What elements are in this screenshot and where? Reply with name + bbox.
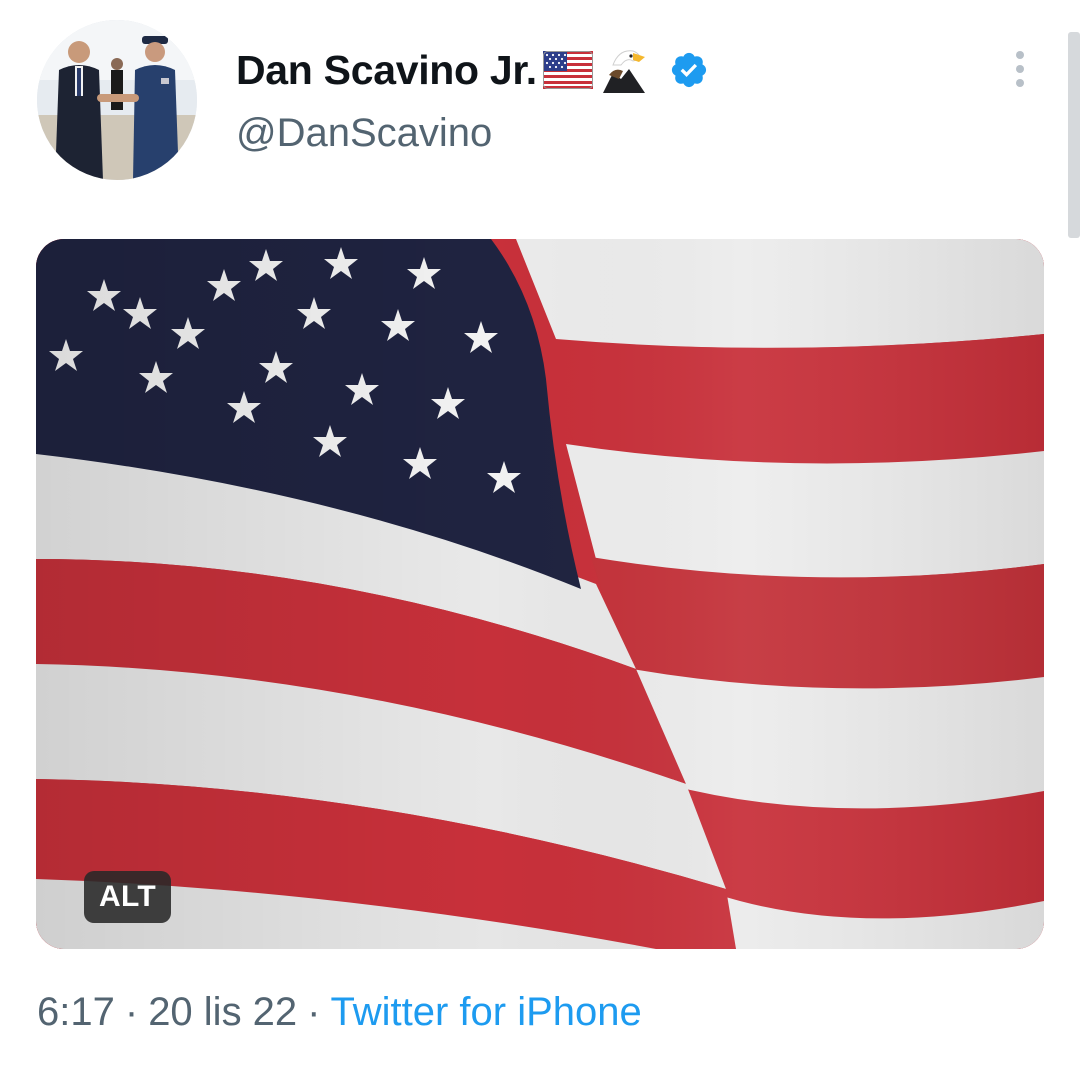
dot	[1016, 65, 1024, 73]
tweet-media-image[interactable]: ALT	[36, 239, 1044, 949]
american-flag-image	[36, 239, 1044, 949]
tweet-time[interactable]: 6:17	[37, 990, 115, 1034]
dot	[1016, 51, 1024, 59]
scrollbar[interactable]	[1068, 32, 1080, 238]
dot	[1016, 79, 1024, 87]
avatar-photo	[37, 20, 197, 180]
author-handle[interactable]: @DanScavino	[236, 113, 492, 153]
more-vertical-icon[interactable]	[1003, 44, 1037, 94]
tweet-source-link[interactable]: Twitter for iPhone	[331, 990, 642, 1034]
separator: ·	[124, 990, 139, 1034]
us-flag-icon	[542, 51, 593, 89]
alt-text-badge[interactable]: ALT	[84, 871, 171, 923]
eagle-icon	[599, 45, 649, 95]
separator: ·	[307, 990, 321, 1034]
verified-badge-icon[interactable]	[669, 50, 709, 90]
tweet-detail: Dan Scavino Jr. @DanScavino ALT 6:17 · 2…	[0, 0, 1080, 1066]
author-name-row[interactable]: Dan Scavino Jr.	[236, 42, 709, 98]
display-name[interactable]: Dan Scavino Jr.	[236, 49, 537, 91]
avatar[interactable]	[37, 20, 197, 180]
tweet-meta: 6:17 · 20 lis 22 · Twitter for iPhone	[37, 990, 642, 1034]
tweet-date[interactable]: 20 lis 22	[148, 990, 297, 1034]
